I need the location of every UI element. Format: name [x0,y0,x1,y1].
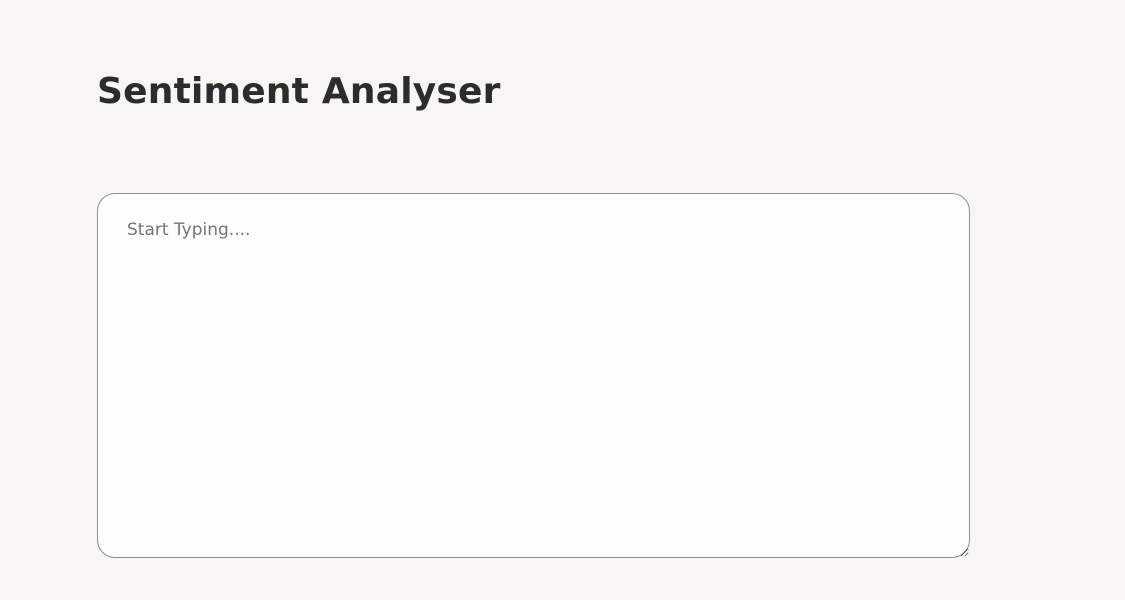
sentiment-text-input[interactable] [97,193,970,558]
app-page: Sentiment Analyser [0,0,1125,600]
page-title: Sentiment Analyser [97,71,501,112]
